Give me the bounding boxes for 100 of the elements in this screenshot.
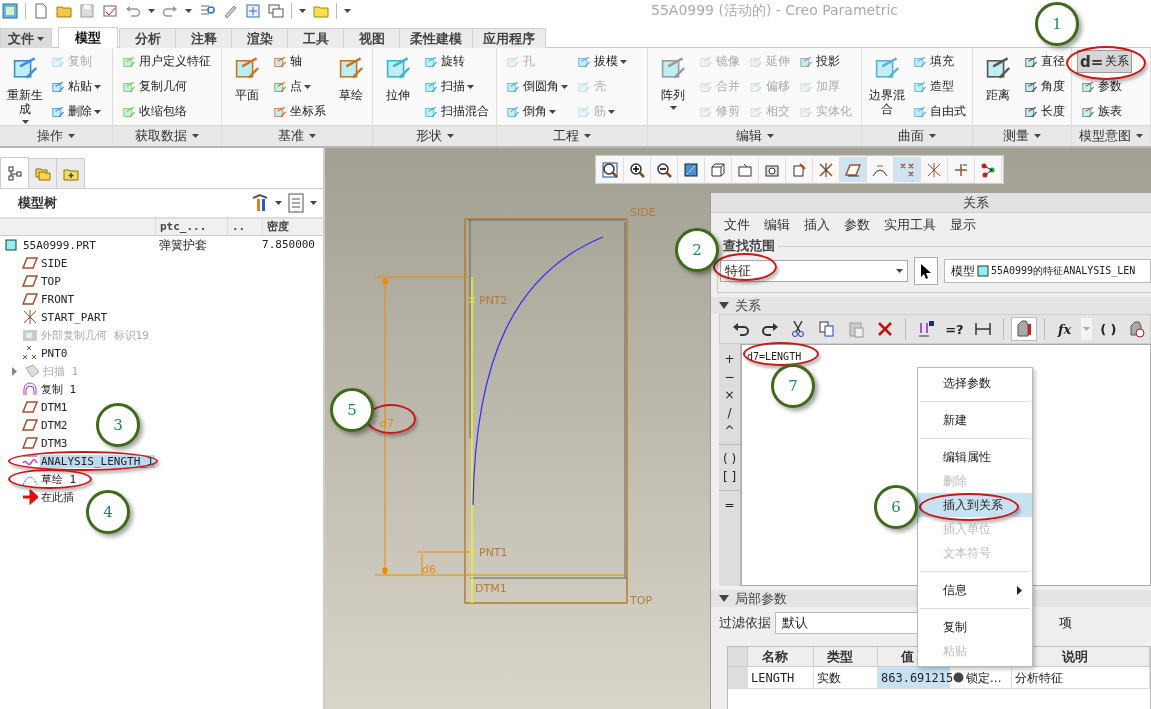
view-tool-button[interactable] — [813, 157, 840, 182]
menu-item[interactable]: 插入 — [799, 216, 839, 234]
operator-button[interactable]: [ ] — [719, 468, 740, 486]
menu-item[interactable]: 显示 — [945, 216, 985, 234]
group-menu-button[interactable]: 曲面 — [862, 125, 972, 146]
redo-icon[interactable] — [162, 3, 178, 19]
panel-tab[interactable] — [0, 157, 29, 188]
tree-item[interactable]: DTM1 — [40, 400, 69, 414]
ribbon-button[interactable]: 填充 — [909, 50, 969, 73]
operator-button[interactable]: = — [719, 496, 740, 514]
tree-item[interactable]: 复制 1 — [40, 381, 78, 397]
view-tool-button[interactable] — [651, 157, 678, 182]
group-menu-button[interactable]: 编辑 — [648, 125, 861, 146]
ribbon-button[interactable]: 倒角 — [502, 100, 571, 123]
tools-icon[interactable] — [250, 193, 270, 213]
ribbon-button[interactable]: 复制几何 — [118, 75, 214, 98]
list-icon[interactable] — [287, 193, 305, 213]
tree-item[interactable]: START_PART — [40, 310, 109, 324]
ribbon-button[interactable]: 用户定义特征 — [118, 50, 214, 73]
tree-item[interactable]: 在此插 — [40, 489, 75, 505]
folder-icon[interactable] — [56, 3, 72, 19]
ribbon-button[interactable]: 坐标系 — [269, 100, 329, 123]
view-tool-button[interactable] — [678, 157, 705, 182]
target-field[interactable]: 模型 55A0999的特征ANALYSIS_LEN — [944, 259, 1151, 283]
evaluate-button[interactable]: =? — [941, 317, 968, 341]
ribbon-button[interactable]: 点 — [269, 75, 329, 98]
ribbon-button[interactable]: 自由式 — [909, 100, 969, 123]
tree-item[interactable]: ANALYSIS_LENGTH_1 — [40, 454, 155, 468]
ribbon-button[interactable]: 直径 — [1020, 50, 1068, 73]
ribbon-button[interactable]: 扫描 — [420, 75, 492, 98]
operator-button[interactable]: + — [719, 350, 740, 368]
tree-item[interactable]: DTM3 — [40, 436, 69, 450]
menu-item[interactable]: 实用工具 — [879, 216, 945, 234]
group-menu-button[interactable]: 形状 — [373, 125, 496, 146]
ribbon-button[interactable]: 重新生成 — [5, 50, 45, 125]
ribbon-tab[interactable]: 文件 — [0, 28, 52, 48]
ribbon-button[interactable]: 阵列 — [653, 50, 693, 125]
menu-item[interactable]: 编辑属性 — [918, 445, 1032, 469]
tree-item[interactable]: FRONT — [40, 292, 76, 306]
view-tool-button[interactable] — [624, 157, 651, 182]
group-menu-button[interactable]: 获取数据 — [113, 125, 221, 146]
ribbon-button[interactable]: 边界混合 — [867, 50, 907, 125]
view-tool-button[interactable] — [921, 157, 948, 182]
select-button[interactable] — [914, 257, 938, 285]
menu-item[interactable]: 信息 — [918, 578, 1032, 602]
menu-item[interactable]: 参数 — [839, 216, 879, 234]
section-toggle[interactable]: 关系 — [711, 297, 1151, 314]
ribbon-tab[interactable]: 模型 — [58, 27, 118, 48]
operator-button[interactable]: / — [719, 404, 740, 422]
ribbon-tab[interactable]: 应用程序 — [472, 28, 546, 48]
group-menu-button[interactable]: 模型意图 — [1072, 125, 1150, 146]
ribbon-button[interactable]: 距离 — [978, 50, 1018, 125]
ribbon-tab[interactable]: 注释 — [175, 28, 232, 48]
panel-tab[interactable] — [56, 158, 85, 188]
ribbon-button[interactable]: 造型 — [909, 75, 969, 98]
tree-item[interactable]: TOP — [40, 274, 62, 288]
menu-item[interactable]: 文件 — [719, 216, 759, 234]
ribbon-button[interactable]: d=关系 — [1077, 50, 1133, 73]
window-icon[interactable] — [102, 3, 118, 19]
menu-item[interactable]: 新建 — [918, 408, 1032, 432]
pencil-icon[interactable] — [222, 3, 238, 19]
brackets-button[interactable]: ( ) — [1095, 317, 1122, 341]
ribbon-button[interactable]: 拔模 — [573, 50, 630, 73]
ribbon-button[interactable]: 族表 — [1077, 100, 1133, 123]
tree-item[interactable]: PNT0 — [40, 346, 69, 360]
ribbon-button[interactable]: 平面 — [227, 50, 267, 125]
ribbon-button[interactable]: 轴 — [269, 50, 329, 73]
view-tool-button[interactable] — [597, 157, 624, 182]
tree-item[interactable]: SIDE — [40, 256, 69, 270]
thermometer-button[interactable] — [1011, 317, 1037, 341]
view-tool-button[interactable] — [840, 157, 867, 182]
ribbon-button[interactable]: 投影 — [795, 50, 855, 73]
ribbon-button[interactable]: 旋转 — [420, 50, 492, 73]
ribbon-button[interactable]: 扫描混合 — [420, 100, 492, 123]
ribbon-button[interactable]: 长度 — [1020, 100, 1068, 123]
menu-item[interactable]: 编辑 — [759, 216, 799, 234]
ribbon-button[interactable]: 草绘 — [331, 50, 371, 125]
ribbon-tab[interactable]: 渲染 — [231, 28, 288, 48]
ribbon-button[interactable]: 角度 — [1020, 75, 1068, 98]
document-icon[interactable] — [33, 3, 49, 19]
tree-item[interactable]: 草绘 1 — [40, 471, 78, 487]
group-menu-button[interactable]: 操作 — [0, 125, 112, 146]
operator-button[interactable]: ^ — [719, 422, 740, 440]
windows-icon[interactable] — [268, 3, 284, 19]
operator-button[interactable]: ( ) — [719, 450, 740, 468]
operator-button[interactable]: − — [719, 368, 740, 386]
ribbon-tab[interactable]: 视图 — [343, 28, 400, 48]
function-button[interactable]: fx — [1051, 317, 1078, 341]
logo-icon[interactable] — [2, 3, 18, 19]
ribbon-tab[interactable]: 工具 — [287, 28, 344, 48]
ribbon-button[interactable]: 倒圆角 — [502, 75, 571, 98]
operator-button[interactable]: × — [719, 386, 740, 404]
ribbon-button[interactable]: 收缩包络 — [118, 100, 214, 123]
ribbon-button[interactable]: 粘贴 — [47, 75, 104, 98]
group-menu-button[interactable]: 工程 — [497, 125, 647, 146]
scope-dropdown[interactable]: 特征 — [720, 260, 908, 282]
ribbon-button[interactable]: 删除 — [47, 100, 104, 123]
undo-icon[interactable] — [125, 3, 141, 19]
ribbon-tab[interactable]: 柔性建模 — [399, 28, 473, 48]
ribbon-button[interactable]: 参数 — [1077, 75, 1133, 98]
